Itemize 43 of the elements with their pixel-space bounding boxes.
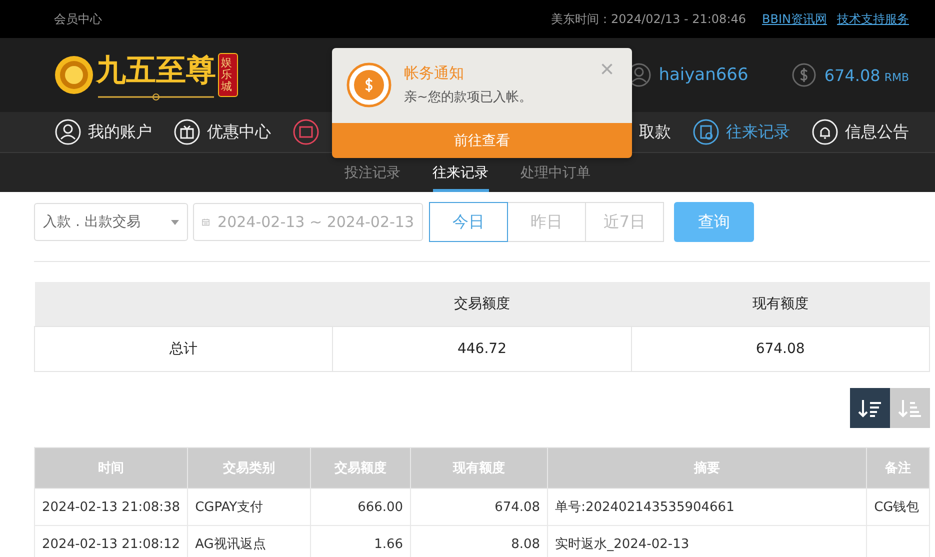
nav-item[interactable]: 我的账户	[55, 119, 152, 145]
user-icon	[55, 119, 81, 145]
notification-message: 亲~您的款项已入帐。	[404, 89, 532, 106]
table-cell: 2024-02-13 21:08:12	[34, 526, 188, 557]
table-cell: 674.08	[631, 326, 930, 372]
ornament-icon	[96, 92, 216, 100]
currency: RMB	[884, 70, 909, 84]
date-preset-button[interactable]: 今日	[429, 202, 508, 242]
money-bubble-icon	[346, 62, 392, 108]
header-link[interactable]: BBIN资讯网	[762, 10, 827, 28]
wallet-icon[interactable]	[293, 119, 319, 145]
nav-item[interactable]: 取款	[639, 122, 671, 142]
table-cell: 单号:202402143535904661	[548, 488, 867, 526]
table-cell: CGPAY支付	[188, 488, 311, 526]
table-cell: 2024-02-13 21:08:38	[34, 488, 188, 526]
time-label: 美东时间：2024/02/13 - 21:08:46	[550, 10, 746, 28]
logo-text: 九五至尊	[96, 52, 216, 90]
table-cell: CG钱包	[866, 488, 930, 526]
logo-icon	[54, 55, 94, 95]
sort-descending-icon	[858, 397, 882, 419]
column-header: 现有额度	[631, 282, 930, 326]
bell-icon	[812, 119, 838, 145]
page-title: 会员中心	[54, 10, 102, 28]
sort-button[interactable]	[850, 388, 890, 428]
document-icon	[693, 119, 719, 145]
sort-ascending-icon	[898, 397, 922, 419]
table-cell: 666.00	[310, 488, 411, 526]
caret-icon	[171, 220, 179, 224]
header-link[interactable]: 技术支持服务	[837, 10, 909, 28]
logo-badge: 娱乐城	[218, 52, 238, 98]
table-cell: 446.72	[332, 326, 632, 372]
type-select[interactable]: 入款 . 出款交易	[34, 203, 188, 241]
nav-item[interactable]: 往来记录	[693, 119, 790, 145]
column-header: 交易额度	[332, 282, 632, 326]
username: haiyan666	[658, 65, 748, 85]
nav-item[interactable]: 优惠中心	[174, 119, 271, 145]
nav-item[interactable]: 信息公告	[812, 119, 909, 145]
table-cell: 总计	[34, 326, 333, 372]
balance: 674.08	[824, 66, 880, 84]
notification-title: 帐务通知	[404, 64, 465, 83]
dollar-icon	[792, 63, 816, 87]
table-cell: 674.08	[410, 488, 548, 526]
gift-icon	[174, 119, 200, 145]
